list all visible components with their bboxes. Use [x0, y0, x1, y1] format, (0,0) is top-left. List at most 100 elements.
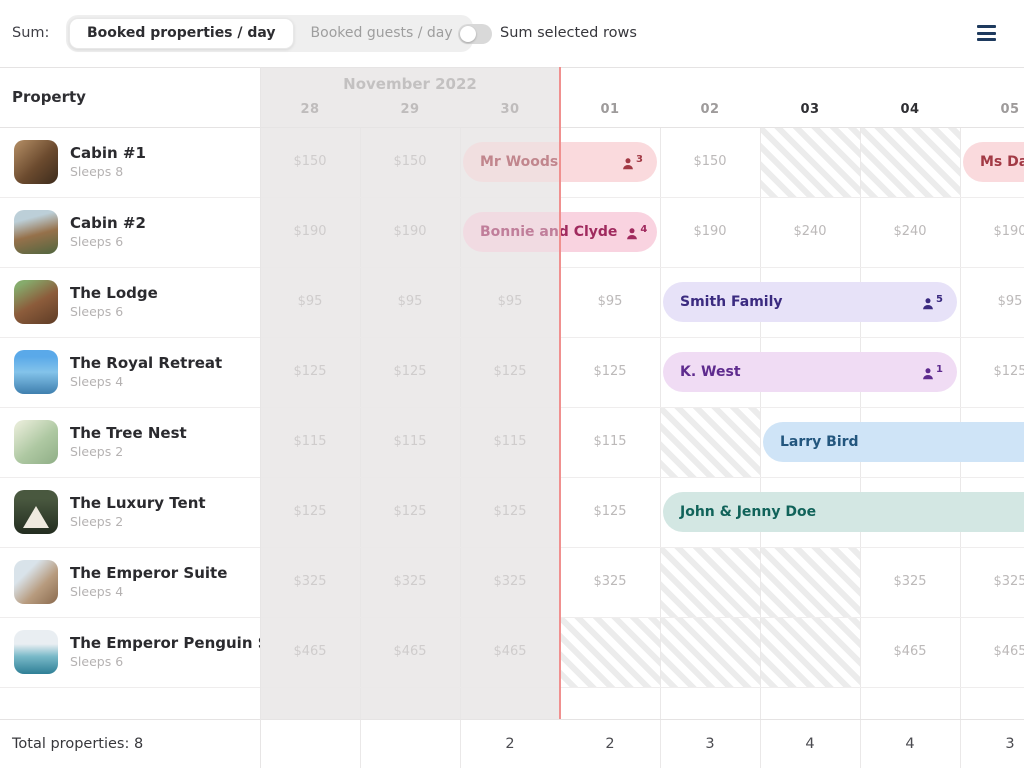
guest-count-number: 1: [936, 365, 943, 375]
unavailable-cell[interactable]: [660, 548, 760, 617]
unavailable-cell[interactable]: [760, 548, 860, 617]
property-info: Cabin #1Sleeps 8: [70, 144, 146, 181]
calendar-cell[interactable]: $95: [960, 267, 1024, 337]
property-name: The Royal Retreat: [70, 354, 222, 373]
unavailable-cell[interactable]: [760, 618, 860, 687]
property-thumbnail: [14, 560, 58, 604]
calendar-cell[interactable]: $125: [360, 477, 460, 547]
booking-calendar-app: Sum: Booked properties / day Booked gues…: [0, 0, 1024, 768]
calendar-cell[interactable]: $125: [560, 477, 660, 547]
calendar-cell[interactable]: $115: [460, 407, 560, 477]
booking-pill[interactable]: John & Jenny Doe: [663, 492, 1024, 532]
calendar-cell[interactable]: $125: [560, 337, 660, 407]
property-thumbnail: [14, 630, 58, 674]
price-label: $95: [460, 267, 560, 337]
calendar-cell[interactable]: $465: [260, 617, 360, 687]
property-info: The Luxury TentSleeps 2: [70, 494, 206, 531]
calendar-cell[interactable]: $125: [260, 337, 360, 407]
price-label: $115: [560, 407, 660, 477]
calendar-cell[interactable]: $150: [360, 127, 460, 197]
unavailable-cell[interactable]: [860, 128, 960, 197]
row-line: [0, 687, 1024, 688]
row-line: [0, 477, 1024, 478]
daily-total: 2: [460, 720, 560, 768]
calendar-cell[interactable]: $465: [960, 617, 1024, 687]
calendar-cell[interactable]: $95: [360, 267, 460, 337]
booking-pill[interactable]: K. West1: [663, 352, 957, 392]
calendar-cell[interactable]: $125: [460, 477, 560, 547]
calendar-cell[interactable]: $190: [360, 197, 460, 267]
property-row[interactable]: The Emperor SuiteSleeps 4: [0, 547, 260, 617]
calendar-cell[interactable]: $325: [960, 547, 1024, 617]
calendar-cell[interactable]: $325: [860, 547, 960, 617]
unavailable-cell[interactable]: [660, 618, 760, 687]
unavailable-cell[interactable]: [660, 408, 760, 477]
day-header-05: 05: [960, 102, 1024, 117]
guest-count: 1: [921, 364, 943, 381]
calendar-cell[interactable]: $150: [660, 127, 760, 197]
calendar-cell[interactable]: $125: [460, 337, 560, 407]
property-thumbnail: [14, 420, 58, 464]
calendar-cell[interactable]: $325: [460, 547, 560, 617]
calendar-cell[interactable]: $240: [860, 197, 960, 267]
day-header-04: 04: [860, 102, 960, 117]
price-label: $150: [660, 127, 760, 197]
calendar-cell[interactable]: $95: [260, 267, 360, 337]
calendar-cell[interactable]: $325: [360, 547, 460, 617]
calendar-cell[interactable]: $190: [260, 197, 360, 267]
calendar-cell[interactable]: $190: [660, 197, 760, 267]
booking-pill[interactable]: Larry Bird: [763, 422, 1024, 462]
calendar-cell[interactable]: $95: [460, 267, 560, 337]
price-label: $125: [560, 337, 660, 407]
property-row[interactable]: The Emperor Penguin SuiteSleeps 6: [0, 617, 260, 687]
calendar-cell[interactable]: $325: [260, 547, 360, 617]
property-row[interactable]: Cabin #1Sleeps 8: [0, 127, 260, 197]
calendar-cell[interactable]: $325: [560, 547, 660, 617]
column-line: [460, 127, 461, 768]
property-sleeps: Sleeps 2: [70, 444, 187, 460]
calendar-cell[interactable]: $150: [260, 127, 360, 197]
day-header-03: 03: [760, 102, 860, 117]
calendar-cell[interactable]: $115: [260, 407, 360, 477]
calendar-cell[interactable]: $465: [860, 617, 960, 687]
booked-properties-per-day-button[interactable]: Booked properties / day: [69, 18, 294, 49]
calendar-cell[interactable]: $240: [760, 197, 860, 267]
booking-pill[interactable]: Smith Family5: [663, 282, 957, 322]
price-label: $325: [460, 547, 560, 617]
property-row[interactable]: The Luxury TentSleeps 2: [0, 477, 260, 547]
property-sleeps: Sleeps 6: [70, 304, 158, 320]
property-thumbnail: [14, 280, 58, 324]
property-row[interactable]: Cabin #2Sleeps 6: [0, 197, 260, 267]
guest-count-number: 5: [936, 295, 943, 305]
total-properties-label: Total properties: 8: [12, 720, 143, 768]
property-row[interactable]: The LodgeSleeps 6: [0, 267, 260, 337]
property-sleeps: Sleeps 6: [70, 234, 146, 250]
day-header-29: 29: [360, 102, 460, 117]
unavailable-cell[interactable]: [560, 618, 660, 687]
booked-guests-per-day-button[interactable]: Booked guests / day: [294, 18, 470, 49]
calendar-cell[interactable]: $465: [360, 617, 460, 687]
person-icon: [621, 157, 635, 171]
calendar-cell[interactable]: $125: [360, 337, 460, 407]
calendar-cell[interactable]: $95: [560, 267, 660, 337]
property-column-divider: [260, 67, 261, 768]
guest-name-label: Bonnie and Clyde: [480, 224, 617, 240]
property-name: The Lodge: [70, 284, 158, 303]
property-info: The Tree NestSleeps 2: [70, 424, 187, 461]
booking-pill[interactable]: Ms Dav: [963, 142, 1024, 182]
calendar-cell[interactable]: $115: [360, 407, 460, 477]
price-label: $115: [360, 407, 460, 477]
guest-count-number: 3: [636, 155, 643, 165]
calendar-cell[interactable]: $125: [960, 337, 1024, 407]
property-row[interactable]: The Tree NestSleeps 2: [0, 407, 260, 477]
price-label: $125: [560, 477, 660, 547]
unavailable-cell[interactable]: [760, 128, 860, 197]
menu-icon[interactable]: [977, 25, 997, 42]
guest-count: 4: [625, 224, 647, 241]
calendar-cell[interactable]: $190: [960, 197, 1024, 267]
property-row[interactable]: The Royal RetreatSleeps 4: [0, 337, 260, 407]
calendar-cell[interactable]: $115: [560, 407, 660, 477]
calendar-cell[interactable]: $125: [260, 477, 360, 547]
sum-selected-rows-toggle[interactable]: [458, 24, 492, 44]
calendar-cell[interactable]: $465: [460, 617, 560, 687]
